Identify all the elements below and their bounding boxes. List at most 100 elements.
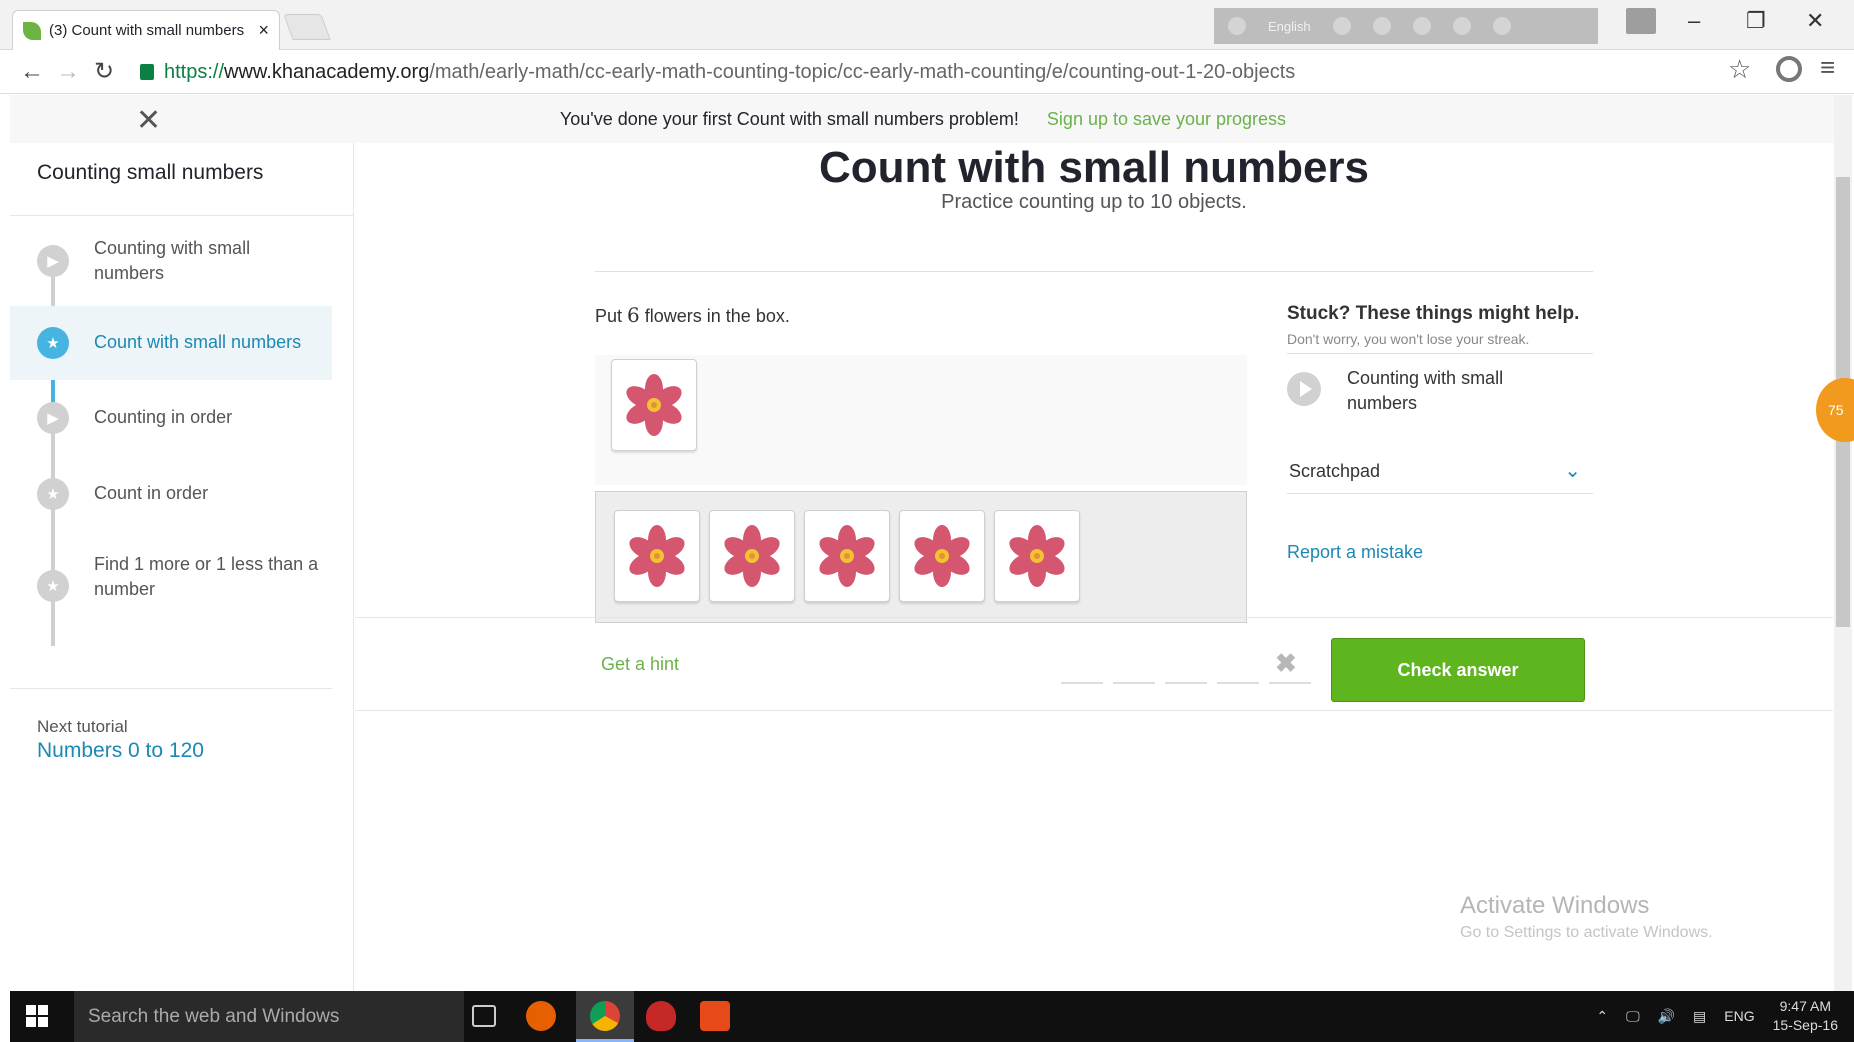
sidebar-item-find-more-or-less[interactable]: ★ Find 1 more or 1 less than a number (10, 532, 332, 622)
sidebar-item-count-in-order[interactable]: ★ Count in order (10, 456, 332, 532)
sidebar-item-label: Count in order (94, 483, 209, 503)
clock-date: 15-Sep-16 (1772, 1017, 1838, 1033)
minimize-icon[interactable]: – (1688, 8, 1700, 34)
watermark-line-2: Go to Settings to activate Windows. (1460, 924, 1713, 941)
play-icon: ▶ (37, 402, 69, 434)
close-window-icon[interactable]: ✕ (1806, 8, 1824, 34)
sidebar-item-label: Counting with small numbers (94, 238, 251, 283)
khan-leaf-icon (23, 21, 41, 40)
sidebar-item-label: Counting in order (94, 407, 233, 427)
browser-tab[interactable]: (3) Count with small numbers × (12, 10, 280, 50)
flower-icon (819, 525, 875, 587)
bookmark-star-icon[interactable]: ☆ (1728, 54, 1751, 85)
divider (595, 271, 1593, 272)
extension-toolbar: English (1214, 8, 1598, 44)
check-answer-button[interactable]: Check answer (1331, 638, 1585, 702)
forward-icon[interactable]: → (50, 58, 86, 86)
extension-icon[interactable] (1332, 17, 1351, 35)
url-field[interactable]: https://www.khanacademy.org/math/early-m… (140, 56, 1730, 88)
extension-icon[interactable] (1372, 17, 1391, 35)
chrome-icon[interactable] (590, 1001, 620, 1031)
browser-tab-bar: (3) Count with small numbers × English –… (0, 0, 1854, 50)
report-mistake-link[interactable]: Report a mistake (1287, 542, 1593, 563)
profile-icon[interactable] (1626, 8, 1656, 34)
streak-dashes (1061, 682, 1311, 684)
address-bar: ← → ↻ https://www.khanacademy.org/math/e… (0, 50, 1854, 94)
extension-eye-icon[interactable] (1776, 56, 1802, 82)
taskbar-search[interactable]: Search the web and Windows (74, 991, 464, 1042)
firefox-icon[interactable] (526, 1001, 556, 1031)
next-tutorial-link[interactable]: Numbers 0 to 120 (37, 739, 332, 763)
sidebar-item-counting-with-small-numbers[interactable]: ▶ Counting with small numbers (10, 216, 332, 306)
extension-icon[interactable] (1228, 17, 1246, 35)
help-video-title: Counting with small numbers (1347, 368, 1504, 413)
sidebar-item-label: Count with small numbers (94, 332, 302, 352)
sidebar-item-count-with-small-numbers[interactable]: ★ Count with small numbers (10, 306, 332, 380)
back-icon[interactable]: ← (14, 58, 50, 86)
question-prompt: Put 6 flowers in the box. (595, 303, 790, 327)
help-video-link[interactable]: Counting with small numbers (1287, 366, 1593, 446)
flower-tile[interactable] (994, 510, 1080, 602)
watermark-line-1: Activate Windows (1460, 892, 1650, 919)
flower-tile[interactable] (614, 510, 700, 602)
new-tab-button[interactable] (283, 14, 331, 40)
close-icon[interactable]: ✕ (136, 103, 161, 138)
restore-icon[interactable]: ❐ (1746, 8, 1766, 34)
exercise-footer: Get a hint ✖ Check answer (355, 617, 1833, 711)
office-icon[interactable] (700, 1001, 730, 1031)
extension-language[interactable]: English (1268, 19, 1311, 34)
answer-box[interactable] (595, 355, 1247, 485)
flower-icon (1009, 525, 1065, 587)
flower-tile[interactable] (611, 359, 697, 451)
flower-bank[interactable] (595, 491, 1247, 623)
tutorial-sidebar: Counting small numbers ▶ Counting with s… (10, 143, 354, 991)
signup-link[interactable]: Sign up to save your progress (1047, 109, 1286, 130)
notification-icon[interactable]: ▤ (1693, 1008, 1706, 1025)
sidebar-item-label: Find 1 more or 1 less than a number (94, 554, 319, 599)
task-view-icon[interactable] (472, 1005, 496, 1027)
lock-icon (140, 64, 154, 80)
page-title: Count with small numbers (818, 143, 1370, 192)
play-icon: ▶ (37, 245, 69, 277)
sidebar-item-counting-in-order[interactable]: ▶ Counting in order (10, 380, 332, 456)
extension-icon[interactable] (1492, 17, 1511, 35)
reload-icon[interactable]: ↻ (86, 57, 122, 86)
scratchpad-toggle[interactable]: Scratchpad ⌄ (1287, 452, 1593, 494)
next-tutorial: Next tutorial Numbers 0 to 120 (10, 688, 332, 763)
system-tray: ⌃ 🖵 🔊 ▤ ENG 9:47 AM 15-Sep-16 (1596, 997, 1838, 1035)
prompt-text: flowers in the box. (639, 306, 790, 326)
app-icon[interactable] (646, 1001, 676, 1031)
extension-icon[interactable] (1412, 17, 1431, 35)
network-icon[interactable]: 🖵 (1626, 1008, 1640, 1025)
flower-tile[interactable] (709, 510, 795, 602)
wrong-mark-icon: ✖ (1275, 648, 1297, 678)
extension-icon[interactable] (1452, 17, 1471, 35)
hint-button[interactable]: Get a hint (601, 654, 679, 675)
exercise-main: Count with small numbers Practice counti… (355, 143, 1833, 991)
flower-icon (724, 525, 780, 587)
help-panel: Stuck? These things might help. Don't wo… (1287, 303, 1593, 563)
notification-bar: ✕ You've done your first Count with smal… (10, 95, 1836, 143)
flower-tile[interactable] (899, 510, 985, 602)
browser-menu-icon[interactable]: ≡ (1820, 52, 1835, 83)
url-path: /math/early-math/cc-early-math-counting-… (429, 60, 1296, 83)
flower-tile[interactable] (804, 510, 890, 602)
flower-icon (629, 525, 685, 587)
page-scrollbar[interactable] (1834, 95, 1852, 991)
notification-message: You've done your first Count with small … (559, 108, 1019, 129)
url-scheme: https:// (164, 60, 225, 83)
language-indicator[interactable]: ENG (1724, 1008, 1754, 1024)
page-subtitle: Practice counting up to 10 objects. (941, 191, 1247, 213)
chevron-up-icon[interactable]: ⌃ (1596, 1008, 1608, 1025)
tab-close-icon[interactable]: × (258, 20, 269, 41)
windows-start-icon[interactable] (26, 1005, 48, 1027)
star-icon: ★ (37, 478, 69, 510)
chevron-down-icon: ⌄ (1564, 460, 1581, 482)
clock[interactable]: 9:47 AM 15-Sep-16 (1773, 997, 1838, 1035)
clock-time: 9:47 AM (1779, 998, 1831, 1014)
flower-icon (914, 525, 970, 587)
tab-title: (3) Count with small numbers (49, 22, 245, 39)
flower-icon (626, 374, 682, 436)
volume-icon[interactable]: 🔊 (1658, 1008, 1675, 1025)
play-icon (1287, 372, 1321, 406)
